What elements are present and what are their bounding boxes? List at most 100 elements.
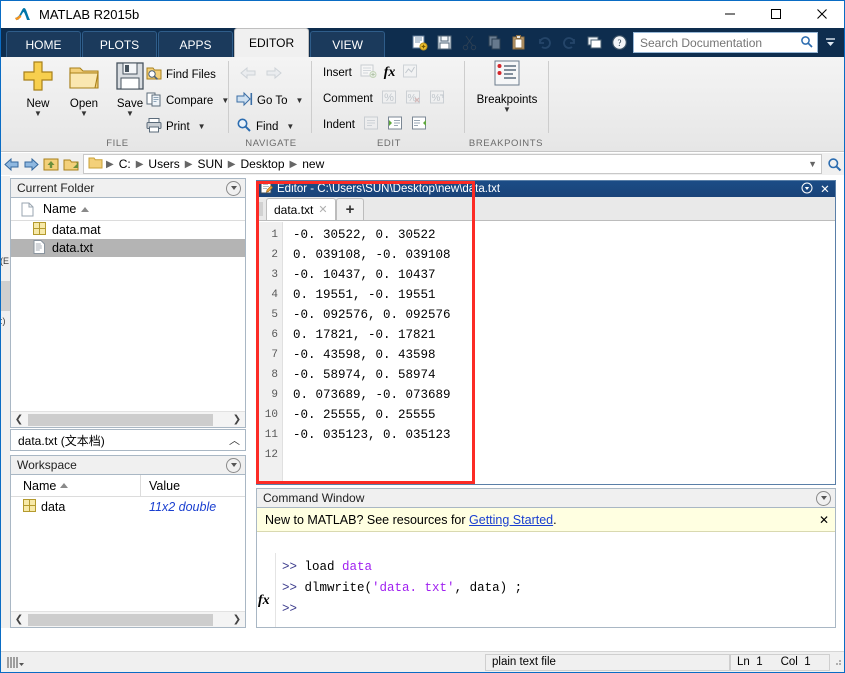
breakpoints-caret-icon[interactable]: ▼ — [476, 106, 538, 114]
chevron-down-icon[interactable]: ▼ — [808, 159, 817, 169]
editor-options-icon[interactable] — [800, 182, 814, 197]
compare-button[interactable]: Compare ▼ — [146, 91, 229, 110]
workspace-options-icon[interactable] — [226, 457, 241, 473]
editor-close-icon[interactable]: ✕ — [818, 182, 832, 196]
crumb-new[interactable]: new — [300, 157, 326, 171]
indent-icon[interactable] — [363, 115, 380, 134]
getting-started-link[interactable]: Getting Started — [469, 513, 553, 527]
save-icon[interactable] — [433, 32, 455, 54]
tab-plots[interactable]: PLOTS — [82, 31, 157, 57]
crumb-c[interactable]: C: — [117, 157, 133, 171]
left-docked-panel-stub[interactable]: (E :) — [0, 176, 10, 628]
minimize-button[interactable] — [707, 0, 753, 28]
insert-icon[interactable] — [360, 63, 377, 82]
forward-button[interactable] — [264, 65, 284, 84]
tab-editor[interactable]: EDITOR — [234, 28, 310, 57]
current-folder-options-icon[interactable] — [226, 180, 241, 196]
nav-up-folder-icon[interactable] — [41, 154, 61, 174]
banner-close-icon[interactable]: ✕ — [819, 513, 829, 527]
nav-forward-icon[interactable] — [21, 154, 41, 174]
breakpoints-button[interactable]: Breakpoints ▼ — [476, 59, 538, 114]
file-details-strip[interactable]: data.txt (文本档) ︿ — [10, 429, 246, 451]
hscroll-right-icon[interactable]: ❯ — [229, 414, 245, 425]
hscroll-thumb[interactable] — [28, 613, 213, 626]
go-to-button[interactable]: Go To ▼ — [236, 91, 303, 110]
editor-code-lines[interactable]: -0. 30522, 0. 30522 0. 039108, -0. 03910… — [283, 222, 835, 484]
list-item[interactable]: data.txt — [11, 239, 245, 257]
crumb-desktop[interactable]: Desktop — [239, 157, 287, 171]
paste-icon[interactable] — [508, 32, 530, 54]
resize-grip-icon[interactable] — [830, 656, 844, 668]
find-caret-icon[interactable]: ▼ — [286, 122, 294, 131]
hscroll-left-icon[interactable]: ❮ — [11, 614, 27, 625]
copy-icon[interactable] — [483, 32, 505, 54]
cut-icon[interactable] — [458, 32, 480, 54]
help-icon[interactable]: ? — [608, 32, 630, 54]
search-documentation[interactable] — [633, 32, 818, 53]
indent-left-icon[interactable] — [411, 115, 428, 134]
column-header-ws-value[interactable]: Value — [141, 479, 180, 493]
insert-block-icon[interactable] — [402, 63, 419, 82]
table-row[interactable]: data 11x2 double — [11, 497, 245, 516]
chevron-up-icon[interactable]: ︿ — [229, 432, 240, 448]
status-ln-value: 1 — [756, 656, 763, 668]
print-button[interactable]: Print ▼ — [146, 117, 206, 136]
status-layout-icon[interactable] — [1, 656, 36, 669]
hscroll-thumb[interactable] — [28, 413, 213, 426]
find-button[interactable]: Find ▼ — [236, 117, 294, 136]
workspace-header: Workspace — [10, 455, 246, 474]
hscroll-left-icon[interactable]: ❮ — [11, 414, 27, 425]
editor-text-area[interactable]: 1 2 3 4 5 6 7 8 9 10 11 12 -0. 30522, 0.… — [257, 222, 835, 484]
command-window-options-icon[interactable] — [816, 490, 831, 506]
crumb-users[interactable]: Users — [146, 157, 181, 171]
column-header-name[interactable]: Name — [43, 202, 90, 216]
new-caret-icon[interactable]: ▼ — [16, 110, 60, 118]
search-input[interactable] — [638, 34, 800, 51]
find-files-button[interactable]: Find Files — [146, 65, 216, 84]
open-button[interactable]: Open ▼ — [62, 59, 106, 118]
indent-right-icon[interactable] — [387, 115, 404, 134]
save-caret-icon[interactable]: ▼ — [108, 110, 152, 118]
nav-back-icon[interactable] — [1, 154, 21, 174]
column-header-ws-name[interactable]: Name — [11, 474, 141, 497]
tab-view[interactable]: VIEW — [310, 31, 386, 57]
maximize-button[interactable] — [753, 0, 799, 28]
tab-apps[interactable]: APPS — [158, 31, 233, 57]
sort-asc-icon — [81, 206, 90, 212]
current-folder-hscrollbar[interactable]: ❮ ❯ — [11, 411, 245, 427]
uncomment-icon[interactable]: % — [405, 89, 422, 108]
redo-icon[interactable] — [558, 32, 580, 54]
function-fx-icon[interactable]: fx — [384, 65, 396, 81]
getting-started-banner: New to MATLAB? See resources for Getting… — [257, 508, 835, 532]
collapse-ribbon-button[interactable] — [821, 32, 839, 54]
command-lines[interactable]: >> load data >> dlmwrite('data. txt', da… — [276, 553, 835, 627]
tab-grip-icon[interactable] — [257, 198, 266, 220]
stub-scroll-thumb[interactable] — [1, 281, 10, 311]
new-tab-button[interactable]: + — [335, 198, 365, 220]
switch-window-icon[interactable] — [583, 32, 605, 54]
go-to-caret-icon[interactable]: ▼ — [295, 96, 303, 105]
command-window-output[interactable]: fx >> load data >> dlmwrite('data. txt',… — [257, 553, 835, 627]
open-caret-icon[interactable]: ▼ — [62, 110, 106, 118]
workspace-hscrollbar[interactable]: ❮ ❯ — [11, 611, 245, 627]
hscroll-right-icon[interactable]: ❯ — [229, 614, 245, 625]
address-search-icon[interactable] — [824, 154, 844, 174]
tab-home[interactable]: HOME — [6, 31, 81, 57]
wrap-comment-icon[interactable]: % — [429, 89, 446, 108]
new-script-icon[interactable] — [408, 32, 430, 54]
list-item[interactable]: data.mat — [11, 221, 245, 239]
back-button[interactable] — [238, 65, 258, 84]
breadcrumb[interactable]: ▶ C: ▶ Users ▶ SUN ▶ Desktop ▶ new ▼ — [83, 154, 822, 174]
nav-browse-folder-icon[interactable] — [61, 154, 81, 174]
crumb-sun[interactable]: SUN — [195, 157, 224, 171]
close-icon[interactable]: ✕ — [318, 203, 327, 216]
function-fx-icon[interactable]: fx — [258, 593, 270, 609]
search-icon[interactable] — [800, 35, 813, 51]
print-caret-icon[interactable]: ▼ — [198, 122, 206, 131]
undo-icon[interactable] — [533, 32, 555, 54]
comment-percent-icon[interactable]: % — [381, 89, 398, 108]
editor-tab-datatxt[interactable]: data.txt ✕ — [266, 198, 336, 220]
close-button[interactable] — [799, 0, 845, 28]
new-button[interactable]: New ▼ — [16, 59, 60, 118]
status-col-label: Col — [780, 656, 798, 668]
